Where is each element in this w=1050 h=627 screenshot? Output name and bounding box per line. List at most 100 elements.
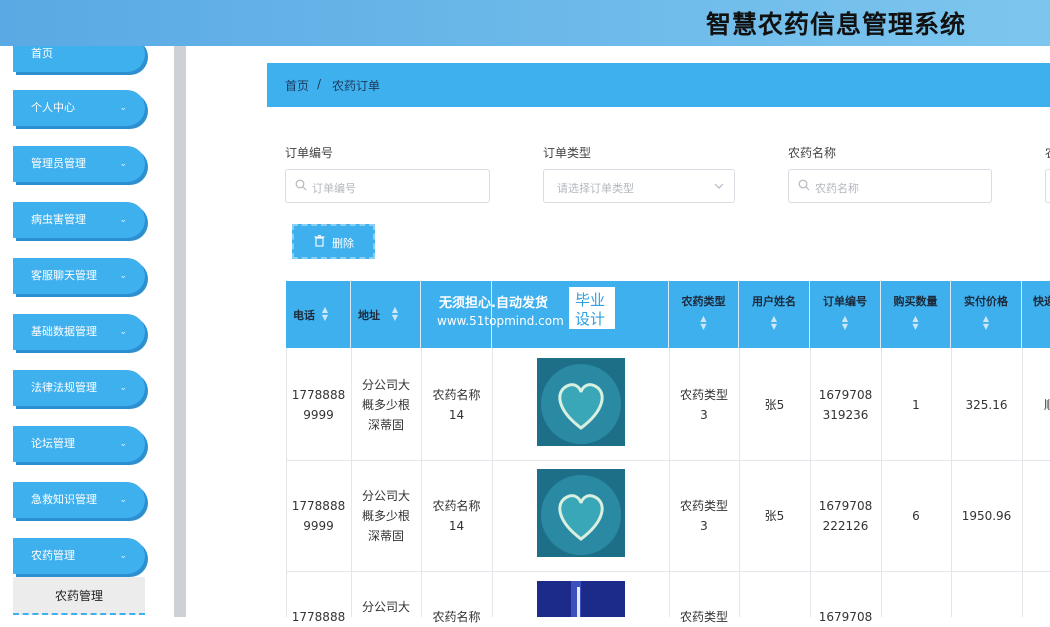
col-label: 购买数量 <box>893 295 938 308</box>
sidebar-scrollbar[interactable] <box>174 46 186 617</box>
cell-line: 9999 <box>303 408 334 422</box>
col-phone[interactable]: 电话 ▲ ▼ <box>286 281 351 348</box>
menu-personal-center[interactable]: 个人中心 ⌄ <box>13 90 145 126</box>
row-divider <box>286 460 1050 461</box>
menu-laws[interactable]: 法律法规管理 ⌄ <box>13 370 145 406</box>
breadcrumb-home[interactable]: 首页 <box>285 77 309 94</box>
sort-icon: ▲ ▼ <box>391 305 399 322</box>
grid-line <box>881 348 882 617</box>
cell-address: 分公司大 <box>361 600 410 614</box>
breadcrumb: 首页 / 农药订单 <box>267 63 1050 107</box>
col-label: 电话 <box>293 309 315 322</box>
filter-input-partial[interactable] <box>1045 169 1050 203</box>
pesticide-name-input[interactable]: 农药名称 <box>788 169 992 203</box>
cell-address: 分公司大 概多少根 深蒂固 <box>351 486 421 546</box>
menu-admin[interactable]: 管理员管理 ⌄ <box>13 146 145 182</box>
search-icon <box>295 179 307 191</box>
sidebar: 首页 个人中心 ⌄ 管理员管理 ⌄ 病虫害管理 ⌄ 客服聊天管理 ⌄ 基础数据管理 ⌄ 法… <box>0 46 174 617</box>
cell-line: 概多少根 <box>361 509 410 523</box>
cell-phone: 1778888 9999 <box>286 385 351 425</box>
chevron-down-icon: ⌄ <box>119 159 127 169</box>
menu-base-data[interactable]: 基础数据管理 ⌄ <box>13 314 145 350</box>
menu-label: 首页 <box>31 47 53 60</box>
sort-icon: ▲ ▼ <box>912 314 919 331</box>
col-pesticide-type[interactable]: 农药类型 ▲ ▼ <box>669 281 739 348</box>
sort-icon: ▲ ▼ <box>770 314 778 331</box>
sort-icon: ▲ ▼ <box>841 314 849 331</box>
sort-icon: ▲ ▼ <box>700 314 707 331</box>
col-paid-price[interactable]: 实付价格 ▲ ▼ <box>951 281 1022 348</box>
watermark-line1: 无须担心.自动发货 <box>439 296 548 311</box>
cell-pesticide-type: 农药类型 <box>679 610 728 624</box>
cell-line: 深蒂固 <box>367 418 404 432</box>
col-express[interactable]: 快递 <box>1022 281 1050 348</box>
order-type-select[interactable]: 请选择订单类型 <box>543 169 735 203</box>
grid-line <box>951 348 952 617</box>
submenu-pesticide-manage[interactable]: 农药管理 <box>13 577 145 615</box>
cell-user-name: 张5 <box>764 509 785 523</box>
row-divider <box>286 571 1050 572</box>
cell-pesticide-type: 农药类型 3 <box>669 385 739 425</box>
col-label: 地址 <box>358 309 380 322</box>
delete-button[interactable]: 删除 <box>292 224 375 259</box>
menu-chat[interactable]: 客服聊天管理 ⌄ <box>13 258 145 294</box>
col-order-no[interactable]: 订单编号 ▲ ▼ <box>810 281 881 348</box>
pesticide-photo[interactable] <box>537 581 625 617</box>
col-address[interactable]: 地址 ▲ ▼ <box>351 281 421 348</box>
col-quantity[interactable]: 购买数量 ▲ ▼ <box>881 281 951 348</box>
cell-line: 农药类型 <box>679 388 728 402</box>
col-label: 农药类型 <box>681 295 726 308</box>
menu-first-aid[interactable]: 急救知识管理 ⌄ <box>13 482 145 518</box>
chevron-down-icon: ⌄ <box>119 551 127 561</box>
cell-line: 319236 <box>822 408 869 422</box>
cell-order-no: 1679708 319236 <box>810 385 881 425</box>
cell-paid-price: 1950.96 <box>961 509 1012 523</box>
cell-pesticide-name: 农药名称 <box>432 610 481 624</box>
chevron-down-icon: ⌄ <box>119 327 127 337</box>
cell-line: 农药类型 <box>679 499 728 513</box>
cell-address: 分公司大概多少根深蒂固 <box>351 375 421 435</box>
cell-user-name: 张5 <box>764 398 785 412</box>
sort-icon: ▲ ▼ <box>982 314 990 331</box>
watermark-badge-line2: 设计 <box>575 310 606 328</box>
cell-pesticide-name: 农药名称 14 <box>421 385 492 425</box>
menu-label: 管理员管理 <box>31 157 86 170</box>
chevron-down-icon <box>714 183 724 189</box>
cell-line: 14 <box>448 408 465 422</box>
cell-line: 1778888 <box>291 499 346 513</box>
search-icon <box>798 179 810 191</box>
cell-line: 分公司大 <box>361 378 410 392</box>
cell-line: 概多少根 <box>361 398 410 412</box>
input-placeholder: 农药名称 <box>815 182 859 195</box>
chevron-down-icon: ⌄ <box>119 271 127 281</box>
top-header: 智慧农药信息管理系统 <box>0 0 1050 46</box>
menu-pests[interactable]: 病虫害管理 ⌄ <box>13 202 145 238</box>
input-placeholder: 订单编号 <box>312 182 356 195</box>
pesticide-photo[interactable] <box>537 358 625 446</box>
col-user-name[interactable]: 用户姓名 ▲ ▼ <box>739 281 810 348</box>
pesticide-photo[interactable] <box>537 469 625 557</box>
menu-label: 个人中心 <box>31 101 75 114</box>
grid-line <box>492 348 493 617</box>
breadcrumb-separator: / <box>317 77 322 91</box>
order-no-input[interactable]: 订单编号 <box>285 169 490 203</box>
watermark-banner: 无须担心.自动发货 www.51topmind.com 毕业 设计 <box>432 286 616 330</box>
menu-forum[interactable]: 论坛管理 ⌄ <box>13 426 145 462</box>
cell-line: 1679708 <box>818 388 873 402</box>
select-placeholder: 请选择订单类型 <box>557 182 634 195</box>
cell-order-no: 1679708 <box>818 610 873 624</box>
menu-label: 客服聊天管理 <box>31 269 97 282</box>
chevron-down-icon: ⌄ <box>119 439 127 449</box>
col-label: 快递 <box>1033 295 1050 308</box>
filter-label-partial: 农 <box>1045 144 1050 161</box>
cell-order-no: 1679708 222126 <box>810 496 881 536</box>
menu-pesticide[interactable]: 农药管理 ⌄ <box>13 538 145 574</box>
cell-quantity: 6 <box>912 509 920 523</box>
menu-label: 法律法规管理 <box>31 381 97 394</box>
chevron-down-icon: ⌄ <box>119 215 127 225</box>
cell-line: 9999 <box>303 519 334 533</box>
watermark-badge: 毕业 设计 <box>569 287 615 329</box>
sort-icon: ▲ ▼ <box>321 305 329 322</box>
menu-home[interactable]: 首页 <box>13 46 145 72</box>
watermark-badge-line1: 毕业 <box>575 291 606 309</box>
